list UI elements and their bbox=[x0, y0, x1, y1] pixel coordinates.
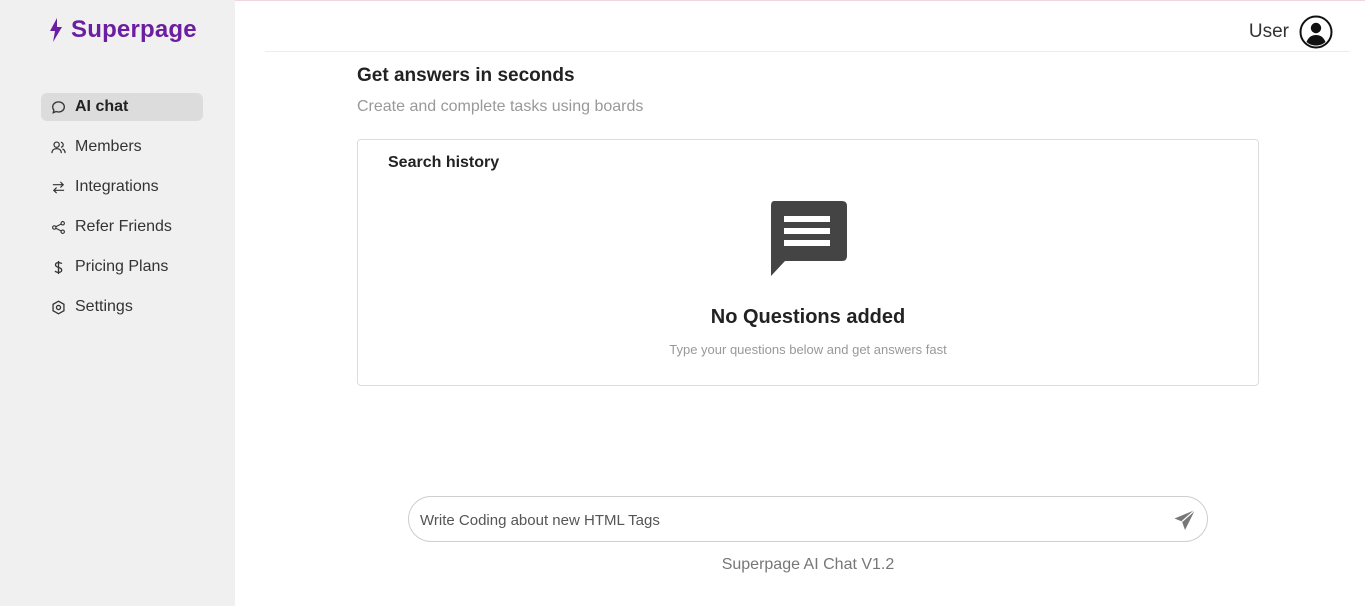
chat-bubble-icon bbox=[51, 100, 66, 115]
search-history-title: Search history bbox=[388, 154, 500, 171]
sidebar: Superpage AI chat Members Integrations R… bbox=[0, 0, 235, 606]
sidebar-item-refer-friends[interactable]: Refer Friends bbox=[41, 213, 203, 241]
page-title: Get answers in seconds bbox=[357, 65, 575, 86]
empty-state-title: No Questions added bbox=[710, 306, 906, 328]
version-label: Superpage AI Chat V1.2 bbox=[721, 556, 895, 573]
page-subtitle: Create and complete tasks using boards bbox=[357, 98, 644, 115]
send-icon[interactable] bbox=[1173, 508, 1197, 532]
sidebar-item-label: Integrations bbox=[75, 178, 159, 195]
message-icon bbox=[771, 201, 847, 276]
brand-name: Superpage bbox=[71, 16, 197, 43]
sidebar-item-label: Settings bbox=[75, 298, 133, 315]
arrows-exchange-icon bbox=[51, 180, 66, 195]
sidebar-item-members[interactable]: Members bbox=[41, 133, 203, 161]
sidebar-item-label: Members bbox=[75, 138, 142, 155]
sidebar-nav: AI chat Members Integrations Refer Frien… bbox=[41, 93, 203, 333]
sidebar-item-label: Refer Friends bbox=[75, 218, 172, 235]
dollar-icon bbox=[51, 260, 66, 275]
sidebar-item-integrations[interactable]: Integrations bbox=[41, 173, 203, 201]
lightning-icon bbox=[50, 18, 62, 42]
empty-state-subtitle: Type your questions below and get answer… bbox=[669, 342, 947, 357]
chat-input-box bbox=[408, 496, 1208, 542]
user-menu[interactable]: User bbox=[1249, 15, 1333, 49]
settings-icon bbox=[51, 299, 66, 315]
chat-input[interactable] bbox=[420, 509, 1160, 531]
sidebar-item-ai-chat[interactable]: AI chat bbox=[41, 93, 203, 121]
brand-logo[interactable]: Superpage bbox=[49, 16, 197, 44]
users-icon bbox=[51, 140, 66, 155]
sidebar-item-pricing-plans[interactable]: Pricing Plans bbox=[41, 253, 203, 281]
sidebar-item-label: AI chat bbox=[75, 98, 129, 115]
share-icon bbox=[51, 220, 66, 235]
search-history-card: Search history No Questions added Type y… bbox=[357, 139, 1259, 386]
user-avatar-icon bbox=[1299, 15, 1333, 49]
header-divider bbox=[265, 51, 1350, 52]
sidebar-item-settings[interactable]: Settings bbox=[41, 293, 203, 321]
user-label: User bbox=[1248, 21, 1289, 42]
sidebar-item-label: Pricing Plans bbox=[75, 258, 169, 275]
